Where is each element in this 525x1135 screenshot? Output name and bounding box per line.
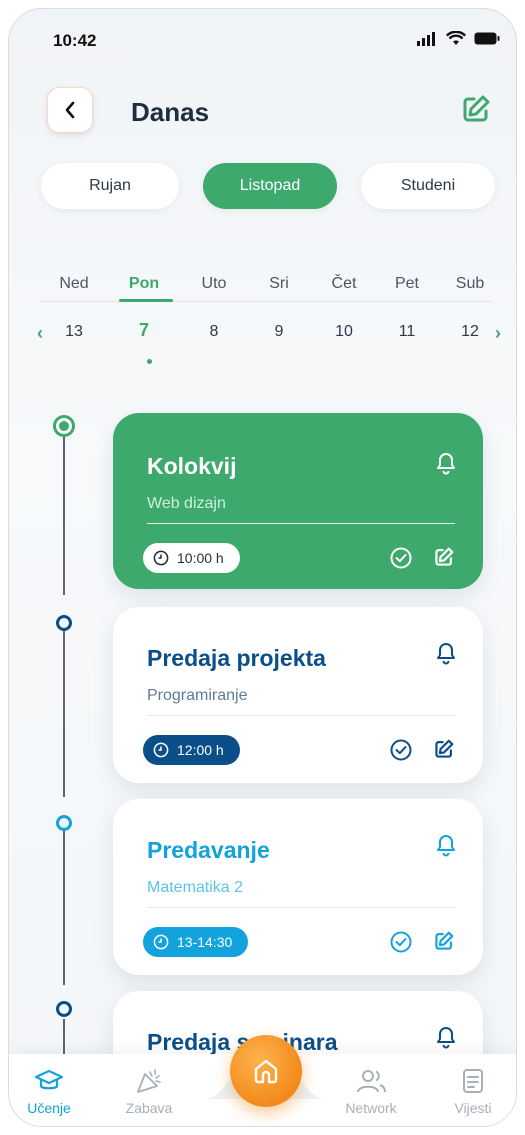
time-pill: 13-14:30 <box>143 927 249 957</box>
signal-icon <box>417 31 435 46</box>
edit-icon[interactable] <box>433 546 455 568</box>
month-chip-studeni[interactable]: Studeni <box>361 163 495 209</box>
card-divider <box>147 523 455 524</box>
event-card[interactable]: Kolokvij Web dizajn 10:00 h <box>113 413 483 589</box>
bell-icon[interactable] <box>435 451 457 475</box>
day-name[interactable]: Čet <box>319 275 369 293</box>
event-time: 13-14:30 <box>177 934 233 950</box>
users-icon <box>357 1070 386 1093</box>
day-number[interactable]: 9 <box>254 323 304 341</box>
day-number[interactable]: 11 <box>382 323 432 341</box>
status-time: 10:42 <box>53 31 97 50</box>
day-name[interactable]: Uto <box>189 275 239 293</box>
wifi-icon <box>446 31 466 45</box>
month-chip-listopad[interactable]: Listopad <box>203 163 337 209</box>
nav-item-vijesti[interactable]: Vijesti <box>433 1068 513 1116</box>
phone-screen: 10:42 Danas Rujan Listopad Studeni Ned P… <box>8 8 517 1127</box>
event-title: Predaja projekta <box>147 645 326 671</box>
day-number-active[interactable]: 7 <box>119 320 169 341</box>
day-number[interactable]: 10 <box>319 323 369 341</box>
prev-week-button[interactable]: ‹ <box>37 323 43 344</box>
chevron-left-icon <box>65 101 75 119</box>
timeline-node <box>56 615 72 631</box>
nav-item-zabava[interactable]: Zabava <box>109 1068 189 1116</box>
active-day-underline <box>119 299 173 302</box>
day-name[interactable]: Sri <box>254 275 304 293</box>
event-title: Predavanje <box>147 837 270 863</box>
card-divider <box>147 715 455 716</box>
page-title: Danas <box>131 97 210 127</box>
edit-icon[interactable] <box>433 930 455 952</box>
event-title: Kolokvij <box>147 453 237 479</box>
day-number[interactable]: 13 <box>49 323 99 341</box>
bell-icon[interactable] <box>435 1025 457 1049</box>
timeline-node-current <box>53 415 75 437</box>
month-chip-rujan[interactable]: Rujan <box>41 163 179 209</box>
bell-icon[interactable] <box>435 641 457 665</box>
timeline-node <box>56 815 72 831</box>
document-icon <box>463 1069 483 1093</box>
event-time: 10:00 h <box>177 550 224 566</box>
month-selector: Rujan Listopad Studeni <box>41 163 498 211</box>
check-circle-icon[interactable] <box>389 738 413 762</box>
nav-item-ucenje[interactable]: Učenje <box>9 1068 89 1116</box>
time-pill: 10:00 h <box>143 543 240 573</box>
edit-icon <box>463 95 490 122</box>
event-subject: Programiranje <box>147 687 248 704</box>
nav-item-network[interactable]: Network <box>331 1068 411 1116</box>
time-pill: 12:00 h <box>143 735 240 765</box>
graduation-cap-icon <box>34 1069 64 1090</box>
event-card[interactable]: Predaja projekta Programiranje 12:00 h <box>113 607 483 783</box>
nav-label: Network <box>345 1100 397 1116</box>
nav-label: Zabava <box>125 1100 173 1116</box>
event-subject: Matematika 2 <box>147 879 244 896</box>
clock-icon <box>153 550 169 566</box>
day-name[interactable]: Pet <box>382 275 432 293</box>
edit-icon[interactable] <box>433 738 455 760</box>
day-name[interactable]: Sub <box>445 275 495 293</box>
active-day-dot <box>147 359 152 364</box>
day-name-active[interactable]: Pon <box>119 275 169 293</box>
clock-icon <box>153 742 169 758</box>
timeline-line <box>63 1019 65 1059</box>
card-divider <box>147 907 455 908</box>
week-day-names: Ned Pon Uto Sri Čet Pet Sub <box>39 275 492 311</box>
nav-label: Učenje <box>27 1100 71 1116</box>
check-circle-icon[interactable] <box>389 930 413 954</box>
bell-icon[interactable] <box>435 833 457 857</box>
day-number[interactable]: 8 <box>189 323 239 341</box>
next-week-button[interactable]: › <box>495 323 501 344</box>
timeline-line <box>63 631 65 797</box>
clock-icon <box>153 934 169 950</box>
edit-button[interactable] <box>460 93 492 130</box>
week-divider <box>39 301 492 302</box>
party-popper-icon <box>137 1069 161 1093</box>
day-name[interactable]: Ned <box>49 275 99 293</box>
home-button[interactable] <box>230 1035 302 1107</box>
event-subject: Web dizajn <box>147 495 226 512</box>
day-number[interactable]: 12 <box>445 323 495 341</box>
check-circle-icon[interactable] <box>389 546 413 570</box>
timeline-line <box>63 831 65 985</box>
back-button[interactable] <box>47 87 93 133</box>
battery-icon <box>474 32 500 45</box>
nav-label: Vijesti <box>454 1100 492 1116</box>
home-icon <box>254 1059 278 1084</box>
status-icons <box>416 31 500 46</box>
timeline-node <box>56 1001 72 1017</box>
event-time: 12:00 h <box>177 742 224 758</box>
timeline-line <box>63 437 65 595</box>
event-card[interactable]: Predavanje Matematika 2 13-14:30 <box>113 799 483 975</box>
